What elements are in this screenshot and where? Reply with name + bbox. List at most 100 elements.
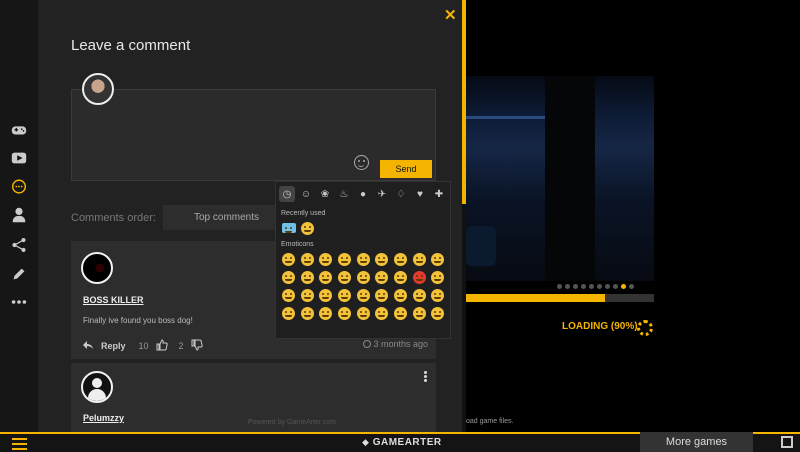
smiley-icon[interactable]: ☺ bbox=[298, 186, 314, 202]
fullscreen-icon[interactable] bbox=[781, 436, 793, 448]
powered-by[interactable]: Powered by GameArter.com bbox=[248, 419, 336, 426]
emoji-icon[interactable] bbox=[429, 269, 446, 285]
emoji-icon[interactable] bbox=[373, 269, 390, 285]
loading-text: LOADING (90%) bbox=[562, 321, 638, 332]
rocket-icon[interactable]: ✈ bbox=[374, 186, 390, 202]
comment-time: 3 months ago bbox=[363, 339, 428, 349]
emoji-icon[interactable] bbox=[392, 305, 409, 321]
emoji-icon[interactable] bbox=[317, 287, 334, 303]
more-icon[interactable] bbox=[9, 292, 29, 312]
emoji-icon[interactable] bbox=[429, 305, 446, 321]
emoji-icon[interactable] bbox=[373, 251, 390, 267]
emoji-icon[interactable] bbox=[373, 305, 390, 321]
game-preview-image bbox=[466, 76, 654, 281]
comment-text: Finally ive found you boss dog! bbox=[83, 316, 193, 325]
emoji-icon[interactable] bbox=[355, 287, 372, 303]
diamond-logo-icon: ◆ bbox=[362, 437, 370, 447]
emoji-icon[interactable] bbox=[429, 251, 446, 267]
recent-emoji-row bbox=[276, 219, 450, 237]
emoji-icon[interactable] bbox=[355, 251, 372, 267]
emoji-icon[interactable] bbox=[317, 251, 334, 267]
food-icon[interactable]: ♨ bbox=[336, 186, 352, 202]
brand-logo[interactable]: ◆ GAMEARTER bbox=[362, 437, 442, 448]
emoji-icon[interactable] bbox=[280, 251, 297, 267]
emoji-icon[interactable] bbox=[317, 305, 334, 321]
emoji-icon[interactable] bbox=[355, 305, 372, 321]
comment-author[interactable]: Pelumzzy bbox=[83, 413, 124, 423]
emoji-icon[interactable] bbox=[299, 269, 316, 285]
animal-icon[interactable]: ❀ bbox=[317, 186, 333, 202]
clock-icon bbox=[363, 340, 371, 348]
emoji-icon[interactable] bbox=[411, 305, 428, 321]
comment-time-text: 3 months ago bbox=[373, 339, 429, 349]
airplane-emoji-icon[interactable] bbox=[280, 220, 297, 236]
slide-dot[interactable] bbox=[589, 284, 594, 289]
menu-icon[interactable] bbox=[12, 438, 27, 452]
comments-icon[interactable] bbox=[9, 177, 29, 197]
emoji-icon[interactable] bbox=[280, 287, 297, 303]
comment-menu-icon[interactable] bbox=[424, 371, 427, 382]
video-icon[interactable] bbox=[9, 148, 29, 168]
slide-dot[interactable] bbox=[565, 284, 570, 289]
comment-author[interactable]: BOSS KILLER bbox=[83, 295, 144, 305]
slide-dot[interactable] bbox=[613, 284, 618, 289]
slide-dot[interactable] bbox=[605, 284, 610, 289]
slide-dot[interactable] bbox=[621, 284, 626, 289]
bottom-bar: ◆ GAMEARTER More games bbox=[0, 432, 800, 452]
bulb-icon[interactable]: ♢ bbox=[393, 186, 409, 202]
pencil-icon[interactable] bbox=[9, 264, 29, 284]
slide-dot[interactable] bbox=[573, 284, 578, 289]
emoji-icon[interactable] bbox=[336, 287, 353, 303]
emoji-icon[interactable] bbox=[299, 305, 316, 321]
emoji-toggle-icon[interactable] bbox=[354, 155, 369, 170]
emoji-icon[interactable] bbox=[392, 251, 409, 267]
user-icon[interactable] bbox=[9, 205, 29, 225]
gamepad-icon[interactable] bbox=[9, 120, 29, 140]
emoji-icon[interactable] bbox=[280, 305, 297, 321]
close-icon[interactable]: ✕ bbox=[444, 6, 457, 24]
emoji-icon[interactable] bbox=[411, 251, 428, 267]
comments-order-select[interactable]: Top comments bbox=[163, 205, 277, 230]
emoji-icon[interactable] bbox=[411, 287, 428, 303]
laughing-emoji-icon[interactable] bbox=[299, 220, 316, 236]
emoji-icon[interactable] bbox=[411, 269, 428, 285]
game-status-text: oad game files. bbox=[466, 418, 514, 425]
slide-dot[interactable] bbox=[557, 284, 562, 289]
reply-button[interactable]: Reply bbox=[101, 341, 126, 351]
share-icon[interactable] bbox=[9, 235, 29, 255]
emoji-icon[interactable] bbox=[299, 287, 316, 303]
ball-icon[interactable]: ● bbox=[355, 186, 371, 202]
panel-title: Leave a comment bbox=[71, 37, 191, 54]
emoji-row bbox=[276, 250, 450, 268]
avatar bbox=[81, 252, 113, 284]
like-count: 10 bbox=[138, 341, 149, 351]
clock-icon[interactable]: ◷ bbox=[279, 186, 295, 202]
reply-icon[interactable] bbox=[83, 340, 94, 352]
thumbs-up-icon[interactable] bbox=[156, 339, 168, 353]
flag-icon[interactable]: ✚ bbox=[431, 186, 447, 202]
emoji-icon[interactable] bbox=[392, 269, 409, 285]
emoji-icon[interactable] bbox=[392, 287, 409, 303]
slide-dot[interactable] bbox=[581, 284, 586, 289]
slide-dots bbox=[557, 284, 634, 289]
slide-dot[interactable] bbox=[597, 284, 602, 289]
emoji-picker: ◷ ☺ ❀ ♨ ● ✈ ♢ ♥ ✚ Recently used Emoticon… bbox=[275, 181, 451, 339]
loading-progress-bar bbox=[466, 294, 654, 302]
comments-order-label: Comments order: bbox=[71, 212, 156, 224]
game-page: Leave a comment Send Comments order: Top… bbox=[0, 0, 800, 452]
heart-icon[interactable]: ♥ bbox=[412, 186, 428, 202]
emoji-icon[interactable] bbox=[336, 251, 353, 267]
emoji-icon[interactable] bbox=[336, 305, 353, 321]
thumbs-down-icon[interactable] bbox=[191, 339, 203, 353]
emoji-icon[interactable] bbox=[299, 251, 316, 267]
emoji-icon[interactable] bbox=[280, 269, 297, 285]
emoji-icon[interactable] bbox=[355, 269, 372, 285]
emoji-icon[interactable] bbox=[429, 287, 446, 303]
send-button[interactable]: Send bbox=[380, 160, 432, 178]
emoji-icon[interactable] bbox=[336, 269, 353, 285]
emoji-row bbox=[276, 304, 450, 322]
emoji-icon[interactable] bbox=[317, 269, 334, 285]
more-games-button[interactable]: More games bbox=[640, 432, 753, 452]
emoji-icon[interactable] bbox=[373, 287, 390, 303]
slide-dot[interactable] bbox=[629, 284, 634, 289]
